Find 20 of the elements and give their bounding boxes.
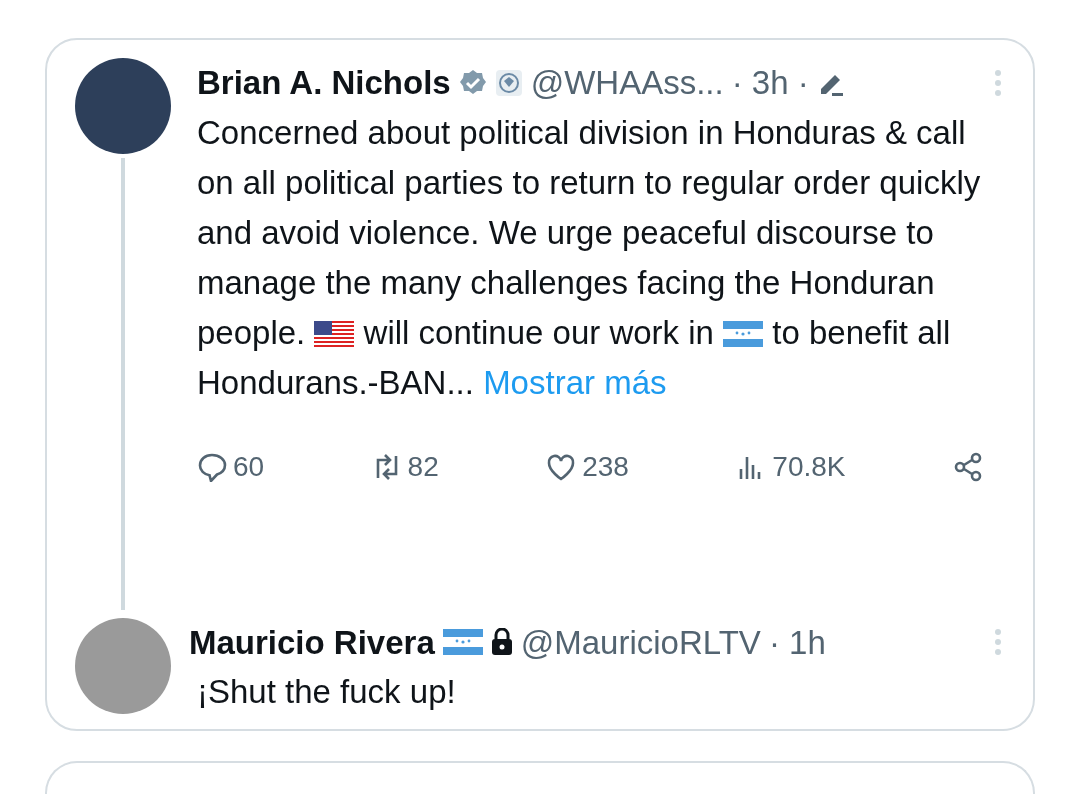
action-count: 238	[582, 449, 629, 484]
author-handle[interactable]: @WHAAss...	[530, 58, 724, 108]
reply-icon[interactable]	[197, 451, 227, 482]
verified-badge-icon	[458, 68, 487, 97]
reply-text: ¡Shut the fuck up!	[197, 672, 457, 712]
honduras-flag-icon	[442, 629, 483, 656]
author-name[interactable]: Mauricio Rivera	[189, 617, 435, 667]
us-flag-icon	[314, 320, 355, 347]
action-count: 82	[407, 449, 439, 484]
lock-icon	[490, 628, 513, 657]
seal-icon	[494, 68, 523, 97]
action-count: 60	[233, 449, 265, 484]
honduras-flag-icon	[723, 320, 764, 347]
timestamp: · 1h	[768, 622, 826, 663]
author-name[interactable]: Brian A. Nichols	[197, 58, 451, 108]
tweet-text: Concerned about political division in Honduras & call on all political parties to return to regular order quickly and avoid violence. We urge peaceful discourse to manage the many challenges facing the Honduran people. will continue our work in to benefit all Hondurans.-BAN... Mostrar más	[197, 112, 982, 403]
action-count: 70.8K	[772, 449, 846, 484]
share-icon[interactable]	[952, 451, 983, 482]
timestamp: · 3h ·	[731, 63, 809, 103]
author-handle[interactable]: @MauricioRLTV	[520, 617, 761, 667]
